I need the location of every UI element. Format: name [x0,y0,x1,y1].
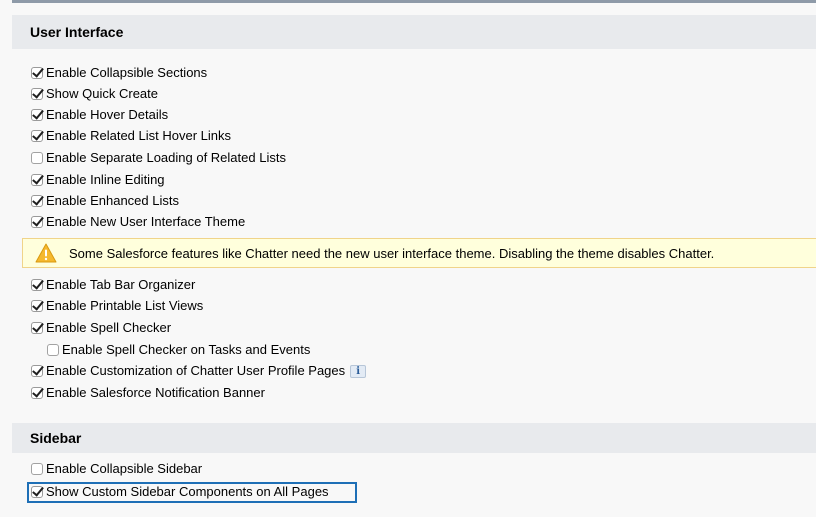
settings-page: User Interface Enable Collapsible Sectio… [0,0,816,517]
option-label: Enable Inline Editing [46,172,165,187]
section-header-sidebar: Sidebar [12,423,816,453]
checkbox-enable-enhanced-lists[interactable] [31,195,43,207]
warning-banner: Some Salesforce features like Chatter ne… [22,238,816,268]
checkbox-enable-tab-bar-organizer[interactable] [31,279,43,291]
option-label: Enable Spell Checker [46,320,172,335]
option-enable-chatter-profile-customization[interactable]: Enable Customization of Chatter User Pro… [31,362,367,380]
section-title-sidebar: Sidebar [30,430,82,446]
option-enable-enhanced-lists[interactable]: Enable Enhanced Lists [31,192,179,210]
checkbox-enable-inline-editing[interactable] [31,174,43,186]
section-title-user-interface: User Interface [30,24,124,40]
option-enable-spell-checker-tasks-events[interactable]: Enable Spell Checker on Tasks and Events [47,341,310,359]
option-enable-printable-list-views[interactable]: Enable Printable List Views [31,297,203,315]
checkbox-show-quick-create[interactable] [31,88,43,100]
checkbox-enable-hover-details[interactable] [31,109,43,121]
option-label: Enable Printable List Views [46,298,204,313]
warning-message: Some Salesforce features like Chatter ne… [69,245,715,261]
checkbox-enable-new-ui-theme[interactable] [31,216,43,228]
checkbox-enable-collapsible-sidebar[interactable] [31,463,43,475]
warning-triangle-icon [35,243,57,263]
option-label: Enable Spell Checker on Tasks and Events [62,342,311,357]
option-enable-spell-checker[interactable]: Enable Spell Checker [31,319,171,337]
option-label: Enable Hover Details [46,107,169,122]
top-divider [12,0,816,3]
option-label: Enable Tab Bar Organizer [46,277,196,292]
option-label: Enable Customization of Chatter User Pro… [46,363,346,378]
option-enable-collapsible-sidebar[interactable]: Enable Collapsible Sidebar [31,460,202,478]
option-label: Enable Collapsible Sidebar [46,461,203,476]
focus-highlight [27,482,357,503]
info-icon[interactable]: i [350,364,367,378]
checkbox-enable-related-list-hover-links[interactable] [31,130,43,142]
checkbox-enable-chatter-profile-customization[interactable] [31,365,43,377]
option-enable-collapsible-sections[interactable]: Enable Collapsible Sections [31,64,207,82]
checkbox-enable-separate-loading-related-lists[interactable] [31,152,43,164]
option-show-quick-create[interactable]: Show Quick Create [31,85,158,103]
option-enable-related-list-hover-links[interactable]: Enable Related List Hover Links [31,127,231,145]
option-label: Enable Related List Hover Links [46,128,231,143]
checkbox-enable-spell-checker-tasks-events[interactable] [47,344,59,356]
checkbox-enable-spell-checker[interactable] [31,322,43,334]
option-label: Enable New User Interface Theme [46,214,246,229]
section-header-user-interface: User Interface [12,15,816,49]
option-label: Enable Enhanced Lists [46,193,179,208]
option-enable-notification-banner[interactable]: Enable Salesforce Notification Banner [31,384,265,402]
option-label: Enable Separate Loading of Related Lists [46,150,286,165]
option-enable-inline-editing[interactable]: Enable Inline Editing [31,171,165,189]
option-label: Enable Salesforce Notification Banner [46,385,265,400]
option-enable-separate-loading-related-lists[interactable]: Enable Separate Loading of Related Lists [31,149,286,167]
option-label: Show Quick Create [46,86,158,101]
checkbox-enable-collapsible-sections[interactable] [31,67,43,79]
option-enable-tab-bar-organizer[interactable]: Enable Tab Bar Organizer [31,276,195,294]
option-enable-new-ui-theme[interactable]: Enable New User Interface Theme [31,213,245,231]
option-enable-hover-details[interactable]: Enable Hover Details [31,106,168,124]
checkbox-enable-printable-list-views[interactable] [31,300,43,312]
option-label: Enable Collapsible Sections [46,65,208,80]
checkbox-enable-notification-banner[interactable] [31,387,43,399]
